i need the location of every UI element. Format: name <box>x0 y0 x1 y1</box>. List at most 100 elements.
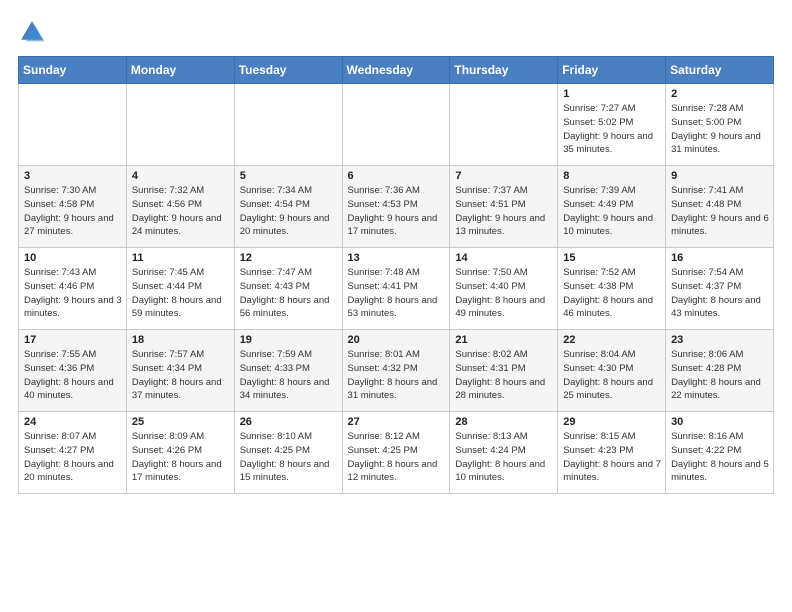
calendar-body: 1 Sunrise: 7:27 AM Sunset: 5:02 PM Daylig… <box>19 84 774 494</box>
col-saturday: Saturday <box>666 57 774 84</box>
day-number: 17 <box>24 334 122 346</box>
calendar-cell: 4 Sunrise: 7:32 AM Sunset: 4:56 PM Daylig… <box>126 166 234 248</box>
day-info: Sunrise: 7:37 AM Sunset: 4:51 PM Dayligh… <box>455 184 553 239</box>
day-number: 10 <box>24 252 122 264</box>
calendar-cell: 24 Sunrise: 8:07 AM Sunset: 4:27 PM Dayli… <box>19 412 127 494</box>
calendar-cell: 22 Sunrise: 8:04 AM Sunset: 4:30 PM Dayli… <box>558 330 666 412</box>
calendar-week-1: 1 Sunrise: 7:27 AM Sunset: 5:02 PM Daylig… <box>19 84 774 166</box>
day-number: 3 <box>24 170 122 182</box>
day-number: 14 <box>455 252 553 264</box>
day-number: 23 <box>671 334 769 346</box>
day-info: Sunrise: 7:36 AM Sunset: 4:53 PM Dayligh… <box>348 184 446 239</box>
day-info: Sunrise: 7:45 AM Sunset: 4:44 PM Dayligh… <box>132 266 230 321</box>
day-info: Sunrise: 7:41 AM Sunset: 4:48 PM Dayligh… <box>671 184 769 239</box>
calendar-cell: 13Sunrise: 7:48 AM Sunset: 4:41 PM Dayli… <box>342 248 450 330</box>
day-info: Sunrise: 8:16 AM Sunset: 4:22 PM Dayligh… <box>671 430 769 485</box>
calendar-cell: 28 Sunrise: 8:13 AM Sunset: 4:24 PM Dayli… <box>450 412 558 494</box>
day-info: Sunrise: 7:28 AM Sunset: 5:00 PM Dayligh… <box>671 102 769 157</box>
calendar-cell <box>342 84 450 166</box>
day-number: 8 <box>563 170 661 182</box>
day-info: Sunrise: 7:32 AM Sunset: 4:56 PM Dayligh… <box>132 184 230 239</box>
calendar-cell: 18 Sunrise: 7:57 AM Sunset: 4:34 PM Dayli… <box>126 330 234 412</box>
day-info: Sunrise: 7:27 AM Sunset: 5:02 PM Dayligh… <box>563 102 661 157</box>
calendar-cell: 29 Sunrise: 8:15 AM Sunset: 4:23 PM Dayli… <box>558 412 666 494</box>
day-number: 27 <box>348 416 446 428</box>
calendar-cell: 7 Sunrise: 7:37 AM Sunset: 4:51 PM Daylig… <box>450 166 558 248</box>
day-number: 29 <box>563 416 661 428</box>
day-number: 28 <box>455 416 553 428</box>
col-tuesday: Tuesday <box>234 57 342 84</box>
day-info: Sunrise: 8:04 AM Sunset: 4:30 PM Dayligh… <box>563 348 661 403</box>
day-number: 4 <box>132 170 230 182</box>
day-number: 2 <box>671 88 769 100</box>
day-info: Sunrise: 8:07 AM Sunset: 4:27 PM Dayligh… <box>24 430 122 485</box>
day-number: 16 <box>671 252 769 264</box>
day-number: 25 <box>132 416 230 428</box>
calendar-cell <box>19 84 127 166</box>
day-number: 6 <box>348 170 446 182</box>
day-info: Sunrise: 8:02 AM Sunset: 4:31 PM Dayligh… <box>455 348 553 403</box>
calendar-cell: 21 Sunrise: 8:02 AM Sunset: 4:31 PM Dayli… <box>450 330 558 412</box>
calendar-week-2: 3 Sunrise: 7:30 AM Sunset: 4:58 PM Daylig… <box>19 166 774 248</box>
calendar-week-3: 10 Sunrise: 7:43 AM Sunset: 4:46 PM Dayli… <box>19 248 774 330</box>
calendar-cell: 16Sunrise: 7:54 AM Sunset: 4:37 PM Dayli… <box>666 248 774 330</box>
day-number: 24 <box>24 416 122 428</box>
day-info: Sunrise: 7:30 AM Sunset: 4:58 PM Dayligh… <box>24 184 122 239</box>
calendar-cell: 5 Sunrise: 7:34 AM Sunset: 4:54 PM Daylig… <box>234 166 342 248</box>
day-number: 1 <box>563 88 661 100</box>
calendar-header: Sunday Monday Tuesday Wednesday Thursday… <box>19 57 774 84</box>
logo <box>18 18 50 46</box>
calendar-cell: 2 Sunrise: 7:28 AM Sunset: 5:00 PM Daylig… <box>666 84 774 166</box>
day-info: Sunrise: 8:10 AM Sunset: 4:25 PM Dayligh… <box>240 430 338 485</box>
day-number: 21 <box>455 334 553 346</box>
calendar-cell: 30 Sunrise: 8:16 AM Sunset: 4:22 PM Dayli… <box>666 412 774 494</box>
header-row: Sunday Monday Tuesday Wednesday Thursday… <box>19 57 774 84</box>
col-friday: Friday <box>558 57 666 84</box>
day-info: Sunrise: 8:09 AM Sunset: 4:26 PM Dayligh… <box>132 430 230 485</box>
calendar-cell: 11 Sunrise: 7:45 AM Sunset: 4:44 PM Dayli… <box>126 248 234 330</box>
day-info: Sunrise: 8:12 AM Sunset: 4:25 PM Dayligh… <box>348 430 446 485</box>
calendar-cell: 17 Sunrise: 7:55 AM Sunset: 4:36 PM Dayli… <box>19 330 127 412</box>
day-number: 22 <box>563 334 661 346</box>
day-info: Sunrise: 7:48 AM Sunset: 4:41 PM Dayligh… <box>348 266 446 321</box>
day-info: Sunrise: 7:43 AM Sunset: 4:46 PM Dayligh… <box>24 266 122 321</box>
day-info: Sunrise: 8:15 AM Sunset: 4:23 PM Dayligh… <box>563 430 661 485</box>
day-info: Sunrise: 7:55 AM Sunset: 4:36 PM Dayligh… <box>24 348 122 403</box>
calendar-cell <box>126 84 234 166</box>
calendar-cell: 9 Sunrise: 7:41 AM Sunset: 4:48 PM Daylig… <box>666 166 774 248</box>
logo-icon <box>18 18 46 46</box>
calendar-cell: 6 Sunrise: 7:36 AM Sunset: 4:53 PM Daylig… <box>342 166 450 248</box>
col-sunday: Sunday <box>19 57 127 84</box>
day-info: Sunrise: 7:34 AM Sunset: 4:54 PM Dayligh… <box>240 184 338 239</box>
day-number: 20 <box>348 334 446 346</box>
day-number: 30 <box>671 416 769 428</box>
day-number: 15 <box>563 252 661 264</box>
day-number: 9 <box>671 170 769 182</box>
day-info: Sunrise: 7:50 AM Sunset: 4:40 PM Dayligh… <box>455 266 553 321</box>
calendar-cell: 8Sunrise: 7:39 AM Sunset: 4:49 PM Daylig… <box>558 166 666 248</box>
calendar-cell: 3 Sunrise: 7:30 AM Sunset: 4:58 PM Daylig… <box>19 166 127 248</box>
day-number: 5 <box>240 170 338 182</box>
calendar-cell: 15 Sunrise: 7:52 AM Sunset: 4:38 PM Dayli… <box>558 248 666 330</box>
day-info: Sunrise: 8:13 AM Sunset: 4:24 PM Dayligh… <box>455 430 553 485</box>
calendar-week-5: 24 Sunrise: 8:07 AM Sunset: 4:27 PM Dayli… <box>19 412 774 494</box>
calendar-cell: 1 Sunrise: 7:27 AM Sunset: 5:02 PM Daylig… <box>558 84 666 166</box>
calendar-cell: 19Sunrise: 7:59 AM Sunset: 4:33 PM Dayli… <box>234 330 342 412</box>
day-info: Sunrise: 7:47 AM Sunset: 4:43 PM Dayligh… <box>240 266 338 321</box>
calendar-cell: 12 Sunrise: 7:47 AM Sunset: 4:43 PM Dayli… <box>234 248 342 330</box>
calendar-table: Sunday Monday Tuesday Wednesday Thursday… <box>18 56 774 494</box>
day-info: Sunrise: 7:52 AM Sunset: 4:38 PM Dayligh… <box>563 266 661 321</box>
day-number: 19 <box>240 334 338 346</box>
calendar-cell: 26 Sunrise: 8:10 AM Sunset: 4:25 PM Dayli… <box>234 412 342 494</box>
day-info: Sunrise: 7:57 AM Sunset: 4:34 PM Dayligh… <box>132 348 230 403</box>
calendar-cell: 20 Sunrise: 8:01 AM Sunset: 4:32 PM Dayli… <box>342 330 450 412</box>
day-number: 7 <box>455 170 553 182</box>
day-number: 11 <box>132 252 230 264</box>
day-number: 26 <box>240 416 338 428</box>
page: Sunday Monday Tuesday Wednesday Thursday… <box>0 0 792 504</box>
day-info: Sunrise: 8:01 AM Sunset: 4:32 PM Dayligh… <box>348 348 446 403</box>
calendar-week-4: 17 Sunrise: 7:55 AM Sunset: 4:36 PM Dayli… <box>19 330 774 412</box>
day-number: 18 <box>132 334 230 346</box>
day-number: 12 <box>240 252 338 264</box>
calendar-cell: 23Sunrise: 8:06 AM Sunset: 4:28 PM Dayli… <box>666 330 774 412</box>
